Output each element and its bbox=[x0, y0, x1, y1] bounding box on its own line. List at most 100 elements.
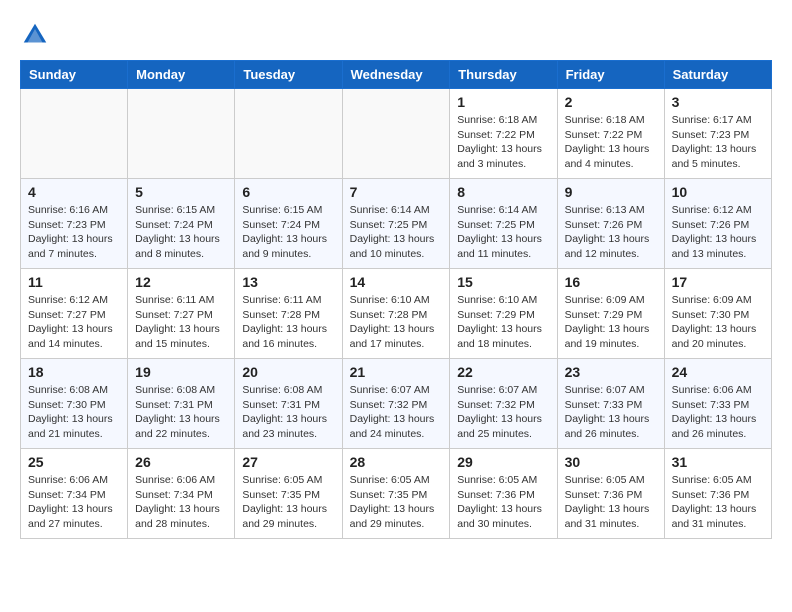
calendar-cell: 24 Sunrise: 6:06 AM Sunset: 7:33 PM Dayli… bbox=[664, 359, 771, 449]
calendar-cell: 14 Sunrise: 6:10 AM Sunset: 7:28 PM Dayli… bbox=[342, 269, 450, 359]
day-info: Sunrise: 6:05 AM Sunset: 7:36 PM Dayligh… bbox=[565, 473, 657, 532]
day-info: Sunrise: 6:10 AM Sunset: 7:29 PM Dayligh… bbox=[457, 293, 549, 352]
calendar-cell: 21Sunrise: 6:07 AM Sunset: 7:32 PM Dayli… bbox=[342, 359, 450, 449]
calendar-cell: 22 Sunrise: 6:07 AM Sunset: 7:32 PM Dayli… bbox=[450, 359, 557, 449]
day-number: 31 bbox=[672, 454, 764, 470]
day-info: Sunrise: 6:06 AM Sunset: 7:34 PM Dayligh… bbox=[135, 473, 227, 532]
weekday-header-thursday: Thursday bbox=[450, 61, 557, 89]
day-number: 4 bbox=[28, 184, 120, 200]
calendar-cell: 26 Sunrise: 6:06 AM Sunset: 7:34 PM Dayli… bbox=[128, 449, 235, 539]
day-info: Sunrise: 6:11 AM Sunset: 7:28 PM Dayligh… bbox=[242, 293, 334, 352]
day-number: 30 bbox=[565, 454, 657, 470]
day-number: 20 bbox=[242, 364, 334, 380]
day-info: Sunrise: 6:05 AM Sunset: 7:36 PM Dayligh… bbox=[672, 473, 764, 532]
calendar-cell: 7Sunrise: 6:14 AM Sunset: 7:25 PM Daylig… bbox=[342, 179, 450, 269]
calendar-cell: 31 Sunrise: 6:05 AM Sunset: 7:36 PM Dayli… bbox=[664, 449, 771, 539]
day-info: Sunrise: 6:06 AM Sunset: 7:34 PM Dayligh… bbox=[28, 473, 120, 532]
day-info: Sunrise: 6:13 AM Sunset: 7:26 PM Dayligh… bbox=[565, 203, 657, 262]
day-info: Sunrise: 6:16 AM Sunset: 7:23 PM Dayligh… bbox=[28, 203, 120, 262]
day-number: 29 bbox=[457, 454, 549, 470]
calendar-cell: 6 Sunrise: 6:15 AM Sunset: 7:24 PM Daylig… bbox=[235, 179, 342, 269]
calendar-cell: 29Sunrise: 6:05 AM Sunset: 7:36 PM Dayli… bbox=[450, 449, 557, 539]
day-number: 9 bbox=[565, 184, 657, 200]
day-info: Sunrise: 6:14 AM Sunset: 7:25 PM Dayligh… bbox=[457, 203, 549, 262]
calendar-cell: 9 Sunrise: 6:13 AM Sunset: 7:26 PM Daylig… bbox=[557, 179, 664, 269]
day-info: Sunrise: 6:17 AM Sunset: 7:23 PM Dayligh… bbox=[672, 113, 764, 172]
calendar-week-row: 1 Sunrise: 6:18 AM Sunset: 7:22 PM Daylig… bbox=[21, 89, 772, 179]
day-info: Sunrise: 6:18 AM Sunset: 7:22 PM Dayligh… bbox=[457, 113, 549, 172]
calendar-cell: 10 Sunrise: 6:12 AM Sunset: 7:26 PM Dayli… bbox=[664, 179, 771, 269]
calendar-cell: 11Sunrise: 6:12 AM Sunset: 7:27 PM Dayli… bbox=[21, 269, 128, 359]
day-info: Sunrise: 6:18 AM Sunset: 7:22 PM Dayligh… bbox=[565, 113, 657, 172]
day-info: Sunrise: 6:10 AM Sunset: 7:28 PM Dayligh… bbox=[350, 293, 443, 352]
weekday-header-friday: Friday bbox=[557, 61, 664, 89]
day-info: Sunrise: 6:15 AM Sunset: 7:24 PM Dayligh… bbox=[135, 203, 227, 262]
calendar-week-row: 25 Sunrise: 6:06 AM Sunset: 7:34 PM Dayli… bbox=[21, 449, 772, 539]
calendar-cell: 13 Sunrise: 6:11 AM Sunset: 7:28 PM Dayli… bbox=[235, 269, 342, 359]
calendar-cell: 16 Sunrise: 6:09 AM Sunset: 7:29 PM Dayli… bbox=[557, 269, 664, 359]
day-number: 5 bbox=[135, 184, 227, 200]
day-number: 13 bbox=[242, 274, 334, 290]
day-number: 14 bbox=[350, 274, 443, 290]
day-number: 19 bbox=[135, 364, 227, 380]
day-number: 7 bbox=[350, 184, 443, 200]
day-info: Sunrise: 6:06 AM Sunset: 7:33 PM Dayligh… bbox=[672, 383, 764, 442]
calendar-cell: 18Sunrise: 6:08 AM Sunset: 7:30 PM Dayli… bbox=[21, 359, 128, 449]
calendar-cell: 30 Sunrise: 6:05 AM Sunset: 7:36 PM Dayli… bbox=[557, 449, 664, 539]
calendar-cell: 28Sunrise: 6:05 AM Sunset: 7:35 PM Dayli… bbox=[342, 449, 450, 539]
day-number: 24 bbox=[672, 364, 764, 380]
calendar-cell: 8 Sunrise: 6:14 AM Sunset: 7:25 PM Daylig… bbox=[450, 179, 557, 269]
weekday-header-wednesday: Wednesday bbox=[342, 61, 450, 89]
logo bbox=[20, 20, 54, 50]
calendar-cell: 23Sunrise: 6:07 AM Sunset: 7:33 PM Dayli… bbox=[557, 359, 664, 449]
calendar-cell bbox=[128, 89, 235, 179]
calendar-cell: 5 Sunrise: 6:15 AM Sunset: 7:24 PM Daylig… bbox=[128, 179, 235, 269]
calendar-table: SundayMondayTuesdayWednesdayThursdayFrid… bbox=[20, 60, 772, 539]
day-number: 18 bbox=[28, 364, 120, 380]
calendar-cell: 2 Sunrise: 6:18 AM Sunset: 7:22 PM Daylig… bbox=[557, 89, 664, 179]
weekday-header-row: SundayMondayTuesdayWednesdayThursdayFrid… bbox=[21, 61, 772, 89]
calendar-cell: 3 Sunrise: 6:17 AM Sunset: 7:23 PM Daylig… bbox=[664, 89, 771, 179]
day-number: 1 bbox=[457, 94, 549, 110]
calendar-cell: 12Sunrise: 6:11 AM Sunset: 7:27 PM Dayli… bbox=[128, 269, 235, 359]
logo-icon bbox=[20, 20, 50, 50]
day-number: 2 bbox=[565, 94, 657, 110]
day-number: 27 bbox=[242, 454, 334, 470]
calendar-cell bbox=[342, 89, 450, 179]
calendar-cell bbox=[235, 89, 342, 179]
day-number: 22 bbox=[457, 364, 549, 380]
day-number: 16 bbox=[565, 274, 657, 290]
calendar-cell: 15 Sunrise: 6:10 AM Sunset: 7:29 PM Dayli… bbox=[450, 269, 557, 359]
weekday-header-sunday: Sunday bbox=[21, 61, 128, 89]
day-info: Sunrise: 6:07 AM Sunset: 7:33 PM Dayligh… bbox=[565, 383, 657, 442]
day-number: 21 bbox=[350, 364, 443, 380]
day-info: Sunrise: 6:08 AM Sunset: 7:31 PM Dayligh… bbox=[135, 383, 227, 442]
weekday-header-tuesday: Tuesday bbox=[235, 61, 342, 89]
calendar-cell: 25 Sunrise: 6:06 AM Sunset: 7:34 PM Dayli… bbox=[21, 449, 128, 539]
day-number: 26 bbox=[135, 454, 227, 470]
day-number: 17 bbox=[672, 274, 764, 290]
day-number: 3 bbox=[672, 94, 764, 110]
calendar-week-row: 11Sunrise: 6:12 AM Sunset: 7:27 PM Dayli… bbox=[21, 269, 772, 359]
day-number: 8 bbox=[457, 184, 549, 200]
day-number: 6 bbox=[242, 184, 334, 200]
day-info: Sunrise: 6:15 AM Sunset: 7:24 PM Dayligh… bbox=[242, 203, 334, 262]
page-header bbox=[20, 20, 772, 50]
calendar-cell: 27 Sunrise: 6:05 AM Sunset: 7:35 PM Dayli… bbox=[235, 449, 342, 539]
day-info: Sunrise: 6:07 AM Sunset: 7:32 PM Dayligh… bbox=[457, 383, 549, 442]
day-number: 25 bbox=[28, 454, 120, 470]
day-info: Sunrise: 6:12 AM Sunset: 7:26 PM Dayligh… bbox=[672, 203, 764, 262]
day-info: Sunrise: 6:08 AM Sunset: 7:31 PM Dayligh… bbox=[242, 383, 334, 442]
day-info: Sunrise: 6:09 AM Sunset: 7:29 PM Dayligh… bbox=[565, 293, 657, 352]
calendar-cell bbox=[21, 89, 128, 179]
day-number: 12 bbox=[135, 274, 227, 290]
calendar-cell: 20 Sunrise: 6:08 AM Sunset: 7:31 PM Dayli… bbox=[235, 359, 342, 449]
calendar-week-row: 4 Sunrise: 6:16 AM Sunset: 7:23 PM Daylig… bbox=[21, 179, 772, 269]
day-info: Sunrise: 6:05 AM Sunset: 7:35 PM Dayligh… bbox=[350, 473, 443, 532]
weekday-header-monday: Monday bbox=[128, 61, 235, 89]
calendar-cell: 4 Sunrise: 6:16 AM Sunset: 7:23 PM Daylig… bbox=[21, 179, 128, 269]
day-number: 10 bbox=[672, 184, 764, 200]
day-number: 15 bbox=[457, 274, 549, 290]
day-info: Sunrise: 6:05 AM Sunset: 7:35 PM Dayligh… bbox=[242, 473, 334, 532]
day-info: Sunrise: 6:12 AM Sunset: 7:27 PM Dayligh… bbox=[28, 293, 120, 352]
